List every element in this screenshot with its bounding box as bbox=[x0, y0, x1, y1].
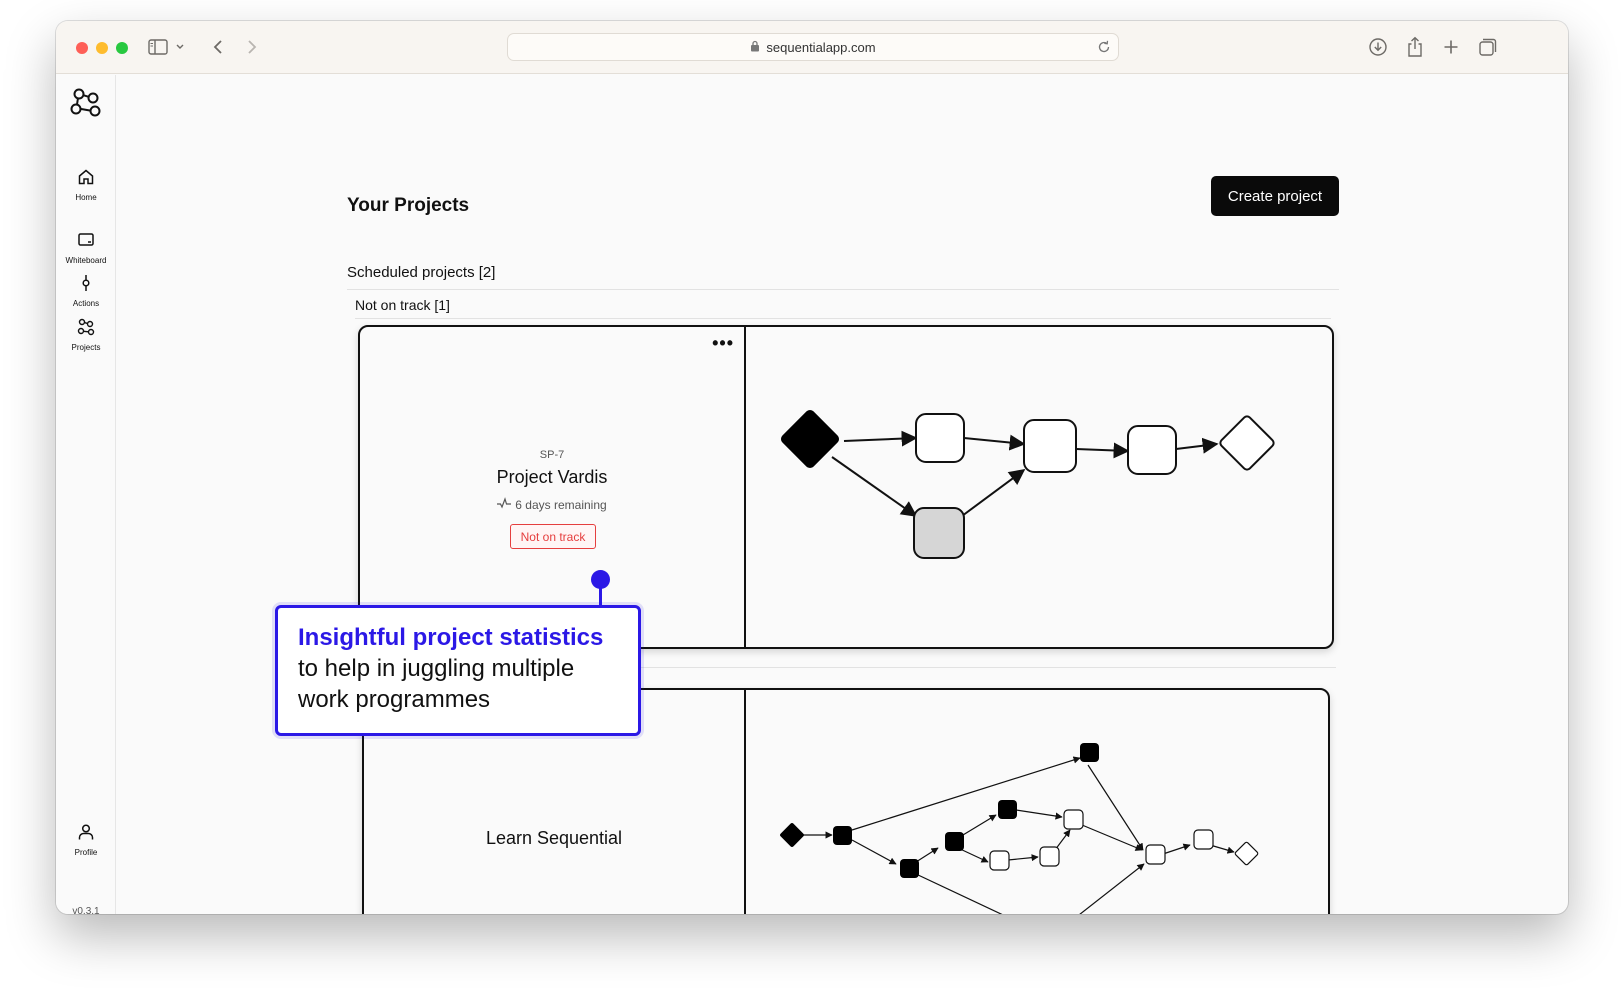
sidebar-item-home[interactable]: Home bbox=[56, 168, 116, 202]
app-version: v0.3.1 bbox=[72, 906, 100, 914]
close-window-button[interactable] bbox=[76, 42, 88, 54]
projects-icon bbox=[77, 318, 95, 341]
flow-node-done bbox=[833, 826, 852, 845]
flow-end-node bbox=[1234, 841, 1259, 866]
flow-edge bbox=[1175, 437, 1219, 454]
home-icon bbox=[77, 168, 95, 191]
flow-node bbox=[1039, 846, 1060, 867]
sidebar-item-label: Home bbox=[75, 193, 97, 202]
maximize-window-button[interactable] bbox=[116, 42, 128, 54]
more-options-icon[interactable]: ••• bbox=[712, 333, 734, 354]
callout-headline: Insightful project statistics bbox=[298, 624, 604, 651]
address-bar[interactable]: sequentialapp.com bbox=[507, 33, 1119, 61]
app-sidebar: Home Whiteboard Actions Projects Profile bbox=[56, 75, 116, 914]
project-card-info: ••• SP-7 Project Vardis 6 days remaining… bbox=[360, 327, 746, 647]
page-title: Your Projects bbox=[347, 195, 470, 216]
sidebar-item-label: Projects bbox=[71, 343, 101, 352]
downloads-icon[interactable] bbox=[1366, 35, 1390, 59]
flow-edge bbox=[831, 456, 918, 517]
project-flow-diagram bbox=[748, 327, 1332, 647]
flow-edge bbox=[851, 756, 1081, 831]
section-title: Scheduled projects [2] bbox=[347, 264, 496, 281]
flow-edge bbox=[915, 873, 1003, 914]
flow-edge bbox=[851, 839, 897, 865]
whiteboard-icon bbox=[77, 231, 95, 254]
sidebar-item-actions[interactable]: Actions bbox=[56, 274, 116, 308]
pulse-icon bbox=[497, 497, 512, 512]
subsection-divider bbox=[355, 318, 1331, 319]
subsection-title: Not on track [1] bbox=[355, 297, 450, 313]
flow-node-pending bbox=[913, 507, 965, 559]
flow-node-done bbox=[900, 859, 919, 878]
sidebar-item-profile[interactable]: Profile bbox=[56, 823, 116, 857]
back-icon[interactable] bbox=[206, 35, 230, 59]
project-flow-diagram bbox=[748, 690, 1328, 914]
sidebar-item-whiteboard[interactable]: Whiteboard bbox=[56, 231, 116, 265]
flow-edge bbox=[915, 847, 939, 863]
flow-edge bbox=[1079, 863, 1145, 914]
reload-icon[interactable] bbox=[1096, 39, 1112, 60]
url-text: sequentialapp.com bbox=[766, 39, 876, 55]
project-code: SP-7 bbox=[539, 449, 565, 461]
callout-body-line: to help in juggling multiple bbox=[298, 655, 575, 682]
actions-icon bbox=[77, 274, 95, 297]
flow-node-done bbox=[1080, 743, 1099, 762]
profile-icon bbox=[77, 823, 95, 846]
flow-node bbox=[1193, 829, 1214, 850]
chevron-down-icon[interactable] bbox=[173, 35, 187, 59]
callout-pin-dot bbox=[591, 570, 610, 589]
flow-node bbox=[1145, 844, 1166, 865]
flow-edge bbox=[1075, 442, 1130, 459]
flow-node bbox=[1023, 419, 1077, 473]
project-card[interactable]: ••• SP-7 Project Vardis 6 days remaining… bbox=[358, 325, 1334, 649]
flow-edge bbox=[961, 469, 1026, 517]
project-name: Project Vardis bbox=[496, 467, 608, 487]
flow-start-node bbox=[780, 823, 804, 847]
flow-node-done bbox=[998, 800, 1017, 819]
flow-node bbox=[1063, 809, 1084, 830]
create-project-button[interactable]: Create project bbox=[1211, 176, 1339, 216]
sidebar-item-label: Actions bbox=[72, 299, 100, 308]
flow-node bbox=[1127, 425, 1177, 475]
sequential-logo-icon bbox=[69, 87, 103, 122]
browser-window: sequentialapp.com Home Whiteboard Action… bbox=[56, 21, 1568, 914]
minimize-window-button[interactable] bbox=[96, 42, 108, 54]
flow-node bbox=[989, 850, 1010, 871]
sidebar-item-label: Profile bbox=[74, 848, 98, 857]
flow-edge bbox=[1081, 824, 1143, 851]
tab-overview-icon[interactable] bbox=[1476, 35, 1500, 59]
section-divider bbox=[347, 289, 1339, 290]
flow-edge bbox=[1015, 809, 1063, 820]
project-name: Learn Sequential bbox=[485, 828, 623, 848]
app-logo[interactable] bbox=[56, 87, 116, 122]
flow-end-node bbox=[1219, 415, 1275, 471]
status-badge: Not on track bbox=[510, 524, 596, 549]
sidebar-item-projects[interactable]: Projects bbox=[56, 318, 116, 352]
flow-edge bbox=[1209, 844, 1235, 854]
flow-start-node bbox=[780, 409, 840, 469]
browser-titlebar: sequentialapp.com bbox=[56, 21, 1568, 74]
callout-body-line: work programmes bbox=[298, 686, 491, 713]
sidebar-item-label: Whiteboard bbox=[65, 256, 107, 265]
lock-icon bbox=[750, 40, 760, 55]
flow-edge bbox=[843, 430, 918, 447]
remaining-text: 6 days remaining bbox=[515, 497, 607, 512]
share-icon[interactable] bbox=[1403, 35, 1427, 59]
flow-edge bbox=[1007, 854, 1039, 862]
flow-node bbox=[915, 413, 965, 463]
new-tab-icon[interactable] bbox=[1439, 35, 1463, 59]
feature-callout: Insightful project statistics to help in… bbox=[275, 605, 641, 736]
forward-icon[interactable] bbox=[240, 35, 264, 59]
project-remaining: 6 days remaining bbox=[360, 497, 744, 512]
flow-node-done bbox=[945, 832, 964, 851]
flow-edge bbox=[963, 434, 1026, 451]
sidebar-toggle-icon[interactable] bbox=[146, 35, 170, 59]
flow-edge bbox=[1087, 764, 1144, 851]
